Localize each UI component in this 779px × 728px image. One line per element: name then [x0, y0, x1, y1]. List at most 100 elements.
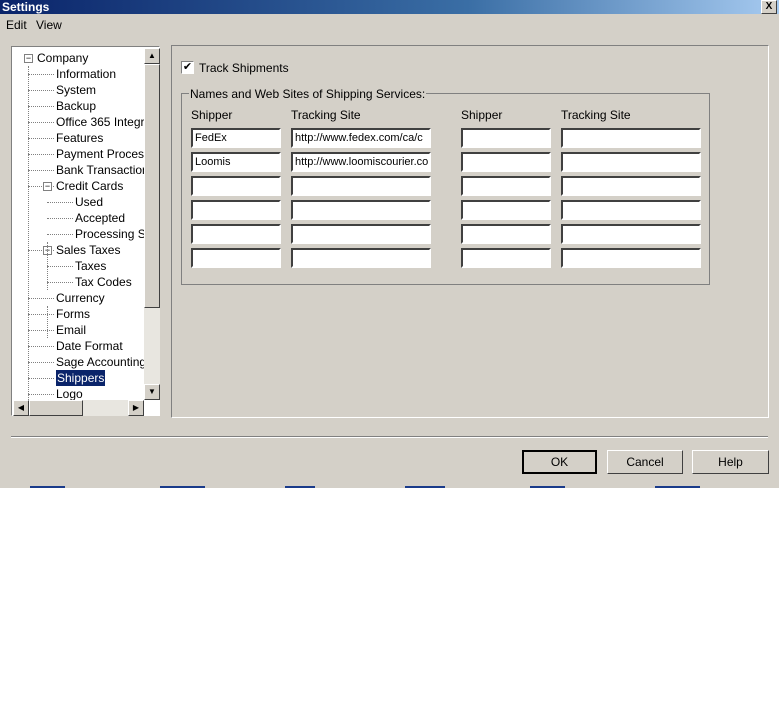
vertical-scroll-thumb[interactable] — [144, 64, 160, 308]
shipper-name-field-2[interactable] — [461, 224, 551, 244]
tree-connector — [28, 394, 54, 395]
tracking-site-field-2[interactable] — [561, 248, 701, 268]
tree-connector — [28, 138, 54, 139]
tree-connector — [28, 314, 54, 315]
tree-item-email[interactable]: Email — [56, 322, 86, 338]
shipper-name-field-2[interactable] — [461, 248, 551, 268]
tracking-site-field[interactable] — [291, 224, 431, 244]
tracking-site-field[interactable] — [291, 248, 431, 268]
tree-guide-line — [28, 66, 29, 400]
shipper-name-field-2[interactable] — [461, 152, 551, 172]
tree-item-bank-transactions[interactable]: Bank Transactions — [56, 162, 144, 178]
tree-item-system[interactable]: System — [56, 82, 96, 98]
help-button[interactable]: Help — [692, 450, 769, 474]
tree-connector — [28, 330, 54, 331]
header-tracking-site-1: Tracking Site — [291, 108, 361, 122]
shippers-group-legend: Names and Web Sites of Shipping Services… — [189, 87, 427, 101]
tracking-site-field-2[interactable] — [561, 128, 701, 148]
header-shipper-1: Shipper — [191, 108, 233, 122]
tree-item-accepted[interactable]: Accepted — [75, 210, 125, 226]
window-title: Settings — [2, 0, 50, 14]
tree-item-shippers[interactable]: Shippers — [56, 370, 106, 386]
tree-item-taxes[interactable]: Taxes — [75, 258, 106, 274]
tree-item-features[interactable]: Features — [56, 130, 103, 146]
track-shipments-label: Track Shipments — [199, 61, 289, 75]
scroll-left-button[interactable]: ◀ — [13, 400, 29, 416]
scroll-right-button[interactable]: ▶ — [128, 400, 144, 416]
track-shipments-checkbox[interactable]: ✔ — [181, 61, 194, 74]
tracking-site-field[interactable] — [291, 176, 431, 196]
tracking-site-field-2[interactable] — [561, 224, 701, 244]
menu-view[interactable]: View — [36, 18, 62, 32]
tree-connector — [28, 154, 54, 155]
shipper-name-field-2[interactable] — [461, 176, 551, 196]
background-window-remnant — [0, 486, 779, 489]
header-shipper-2: Shipper — [461, 108, 503, 122]
tree-item-used[interactable]: Used — [75, 194, 103, 210]
shipper-name-field[interactable] — [191, 176, 281, 196]
menu-edit[interactable]: Edit — [6, 18, 27, 32]
tree-connector — [47, 266, 73, 267]
tree-connector — [47, 282, 73, 283]
close-button[interactable]: X — [761, 0, 777, 14]
tree-item-credit-cards[interactable]: Credit Cards — [56, 178, 123, 194]
tree-item-sage-accounting-i[interactable]: Sage Accounting I — [56, 354, 144, 370]
tree-item-tax-codes[interactable]: Tax Codes — [75, 274, 132, 290]
tree-connector — [28, 122, 54, 123]
tree-connector — [47, 234, 73, 235]
check-icon: ✔ — [182, 61, 193, 73]
tree-item-sales-taxes[interactable]: Sales Taxes — [56, 242, 120, 258]
tree-guide-line — [47, 306, 48, 338]
tree-item-forms[interactable]: Forms — [56, 306, 90, 322]
collapse-icon[interactable]: − — [24, 54, 33, 63]
tree-vertical-scrollbar[interactable]: ▲ ▼ — [144, 48, 160, 400]
tree-connector — [28, 378, 54, 379]
tree-guide-line — [47, 242, 48, 290]
tree-connector — [28, 362, 54, 363]
tree-item-office-365-integrat[interactable]: Office 365 Integrat — [56, 114, 144, 130]
tree-connector — [28, 170, 54, 171]
tree-connector — [28, 74, 54, 75]
scroll-down-button[interactable]: ▼ — [144, 384, 160, 400]
tracking-site-field-2[interactable] — [561, 200, 701, 220]
ok-button[interactable]: OK — [522, 450, 597, 474]
shipper-name-field[interactable] — [191, 200, 281, 220]
collapse-icon[interactable]: − — [43, 182, 52, 191]
tracking-site-field[interactable]: http://www.loomiscourier.co — [291, 152, 431, 172]
button-separator — [11, 436, 768, 438]
horizontal-scroll-thumb[interactable] — [29, 400, 83, 416]
tree-item-currency[interactable]: Currency — [56, 290, 105, 306]
tracking-site-field-2[interactable] — [561, 152, 701, 172]
tree-items: − Company Information System Backup Office 36… — [13, 48, 144, 400]
shipper-name-field[interactable]: FedEx — [191, 128, 281, 148]
tree-item-payment-processir[interactable]: Payment Processir — [56, 146, 144, 162]
tree-item-logo[interactable]: Logo — [56, 386, 83, 400]
tree-item-information[interactable]: Information — [56, 66, 116, 82]
shipper-name-field-2[interactable] — [461, 128, 551, 148]
tree-item-company[interactable]: Company — [37, 50, 88, 66]
tree-item-date-format[interactable]: Date Format — [56, 338, 123, 354]
header-tracking-site-2: Tracking Site — [561, 108, 631, 122]
tree-connector — [47, 218, 73, 219]
tree-item-processing-se[interactable]: Processing Se — [75, 226, 144, 242]
menu-bar: Edit View — [0, 15, 779, 35]
tree-connector — [28, 298, 54, 299]
settings-tree[interactable]: − Company Information System Backup Office 36… — [11, 46, 160, 416]
cancel-button[interactable]: Cancel — [607, 450, 683, 474]
shipper-name-field[interactable] — [191, 224, 281, 244]
shipper-name-field[interactable]: Loomis — [191, 152, 281, 172]
tracking-site-field-2[interactable] — [561, 176, 701, 196]
tree-connector — [47, 202, 73, 203]
shipper-name-field-2[interactable] — [461, 200, 551, 220]
tree-connector — [28, 106, 54, 107]
title-bar: Settings X — [0, 0, 779, 14]
tree-horizontal-scrollbar[interactable]: ◀ ▶ — [13, 400, 144, 416]
scroll-up-button[interactable]: ▲ — [144, 48, 160, 64]
settings-window: Settings X Edit View − Company Information… — [0, 0, 779, 488]
tracking-site-field[interactable]: http://www.fedex.com/ca/c — [291, 128, 431, 148]
tracking-site-field[interactable] — [291, 200, 431, 220]
tree-connector — [28, 346, 54, 347]
tree-connector — [28, 90, 54, 91]
shipper-name-field[interactable] — [191, 248, 281, 268]
tree-item-backup[interactable]: Backup — [56, 98, 96, 114]
